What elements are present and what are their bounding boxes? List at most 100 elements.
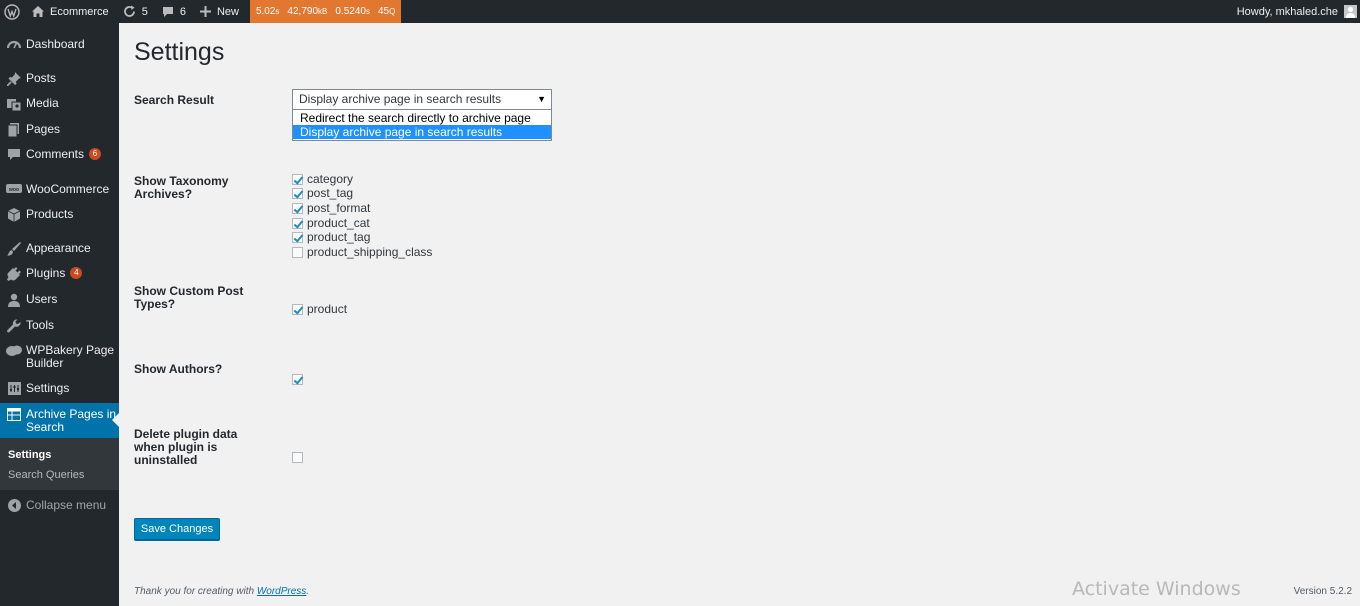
taxonomy-option-category[interactable]: category: [292, 172, 353, 186]
sidebar-item-label: Archive Pages in Search: [26, 407, 117, 434]
updates-link[interactable]: 5: [116, 0, 155, 23]
sidebar-item-posts[interactable]: Posts: [0, 72, 119, 86]
comment-icon: [0, 148, 26, 162]
settings-icon: [0, 382, 26, 395]
sidebar-item-plugins[interactable]: Plugins 4: [0, 267, 119, 281]
checkbox[interactable]: [292, 246, 303, 258]
dropdown-option-redirect[interactable]: Redirect the search directly to archive …: [293, 111, 551, 125]
checkbox[interactable]: [292, 173, 303, 185]
checkbox[interactable]: [292, 202, 303, 214]
my-account-menu[interactable]: Howdy, mkhaled.che: [1237, 5, 1360, 18]
sidebar-item-label: Comments 6: [26, 148, 102, 161]
sidebar-item-label: Tools: [26, 318, 55, 332]
sidebar-item-label: Pages: [26, 122, 61, 136]
qm-time: 5.02s: [255, 6, 280, 17]
delete-data-checkbox[interactable]: [292, 452, 303, 463]
collapse-icon: [0, 499, 26, 512]
sidebar-item-users[interactable]: Users: [0, 293, 119, 307]
checkbox-label: product_cat: [307, 216, 370, 230]
sidebar-item-archive-pages[interactable]: Archive Pages in Search: [0, 408, 119, 434]
wrench-icon: [0, 319, 26, 333]
taxonomy-option-post-format[interactable]: post_format: [292, 201, 370, 215]
page-title: Settings: [134, 38, 225, 66]
sidebar-item-wpbakery[interactable]: WPBakery Page Builder: [0, 344, 119, 370]
sidebar-item-appearance[interactable]: Appearance: [0, 242, 119, 256]
checkbox-label: category: [307, 172, 354, 186]
authors-label: Show Authors?: [134, 362, 223, 376]
query-monitor-badge[interactable]: 5.02s 42,790kB 0.5240s 45Q: [249, 0, 402, 23]
collapse-menu-button[interactable]: Collapse menu: [0, 499, 119, 512]
user-icon: [0, 293, 26, 307]
sidebar-item-label: Media: [26, 96, 59, 110]
post-type-option-product[interactable]: product: [292, 302, 347, 316]
site-name-link[interactable]: Ecommerce: [24, 0, 116, 23]
comments-link[interactable]: 6: [155, 0, 193, 23]
checkbox[interactable]: [292, 187, 303, 199]
woocommerce-icon: woo: [0, 183, 26, 195]
activate-windows-watermark: Activate Windows: [1072, 578, 1241, 600]
table-icon: [0, 408, 26, 421]
taxonomy-option-product-cat[interactable]: product_cat: [292, 216, 370, 230]
pin-icon: [0, 72, 26, 86]
pages-icon: [0, 123, 26, 137]
checkbox[interactable]: [292, 217, 303, 229]
checkbox-label: post_tag: [307, 186, 354, 200]
sidebar-item-label: Dashboard: [26, 37, 85, 51]
search-result-label: Search Result: [134, 93, 215, 107]
show-authors-checkbox[interactable]: [292, 374, 303, 385]
search-result-dropdown: Redirect the search directly to archive …: [292, 109, 552, 141]
new-content-link[interactable]: New: [193, 0, 246, 23]
products-icon: [0, 208, 26, 222]
save-changes-button[interactable]: Save Changes: [134, 518, 220, 540]
dashboard-icon: [0, 38, 26, 52]
sidebar-item-label: Appearance: [26, 241, 91, 255]
comments-count: 6: [179, 5, 186, 18]
sidebar-item-label: Products: [26, 207, 74, 221]
sidebar-item-products[interactable]: Products: [0, 208, 119, 222]
brush-icon: [0, 242, 26, 256]
admin-sidebar: Dashboard Posts Media Pages Comments 6 wo…: [0, 23, 119, 606]
dropdown-option-display[interactable]: Display archive page in search results: [293, 125, 551, 139]
checkbox-label: product_shipping_class: [307, 245, 433, 259]
checkbox-label: post_format: [307, 201, 371, 215]
taxonomy-option-product-tag[interactable]: product_tag: [292, 230, 370, 244]
search-result-select[interactable]: Display archive page in search results ▼: [292, 89, 552, 110]
version-text: Version 5.2.2: [1293, 586, 1352, 597]
collapse-menu-label: Collapse menu: [26, 498, 107, 512]
sidebar-item-settings[interactable]: Settings: [0, 382, 119, 395]
updates-icon: [123, 5, 135, 17]
wordpress-link[interactable]: WordPress: [257, 586, 306, 597]
checkbox-label: product: [307, 302, 348, 316]
taxonomy-option-post-tag[interactable]: post_tag: [292, 186, 353, 200]
qm-queries: 45Q: [377, 6, 396, 17]
delete-data-label: Delete plugin data when plugin is uninst…: [134, 427, 238, 467]
sidebar-item-woocommerce[interactable]: woo WooCommerce: [0, 183, 119, 196]
search-result-selected-value: Display archive page in search results: [299, 92, 502, 106]
footer-thanks: Thank you for creating with WordPress.: [134, 586, 310, 597]
archive-pages-submenu: Settings Search Queries: [0, 438, 119, 490]
taxonomy-label: Show Taxonomy Archives?: [134, 174, 229, 201]
chevron-down-icon: ▼: [537, 94, 546, 104]
sidebar-item-label: Plugins 4: [26, 267, 83, 280]
sidebar-item-label: WooCommerce: [26, 182, 110, 196]
home-icon: [32, 6, 44, 17]
sidebar-item-dashboard[interactable]: Dashboard: [0, 38, 119, 52]
sidebar-item-label: Posts: [26, 71, 57, 85]
submenu-item-search-queries[interactable]: Search Queries: [8, 469, 84, 481]
taxonomy-option-product-shipping-class[interactable]: product_shipping_class: [292, 245, 432, 259]
site-name: Ecommerce: [50, 5, 109, 18]
sidebar-item-comments[interactable]: Comments 6: [0, 148, 119, 162]
qm-memory: 42,790kB: [287, 6, 328, 17]
checkbox[interactable]: [292, 303, 303, 315]
svg-text:woo: woo: [8, 187, 19, 193]
submenu-item-settings[interactable]: Settings: [8, 449, 51, 461]
avatar: [1344, 5, 1357, 18]
new-label: New: [216, 5, 239, 18]
qm-query-time: 0.5240s: [335, 6, 370, 17]
sidebar-item-media[interactable]: Media: [0, 97, 119, 111]
checkbox[interactable]: [292, 231, 303, 243]
sidebar-item-tools[interactable]: Tools: [0, 319, 119, 333]
wordpress-logo-icon[interactable]: [0, 0, 24, 23]
sidebar-item-pages[interactable]: Pages: [0, 123, 119, 137]
updates-count: 5: [141, 5, 148, 18]
